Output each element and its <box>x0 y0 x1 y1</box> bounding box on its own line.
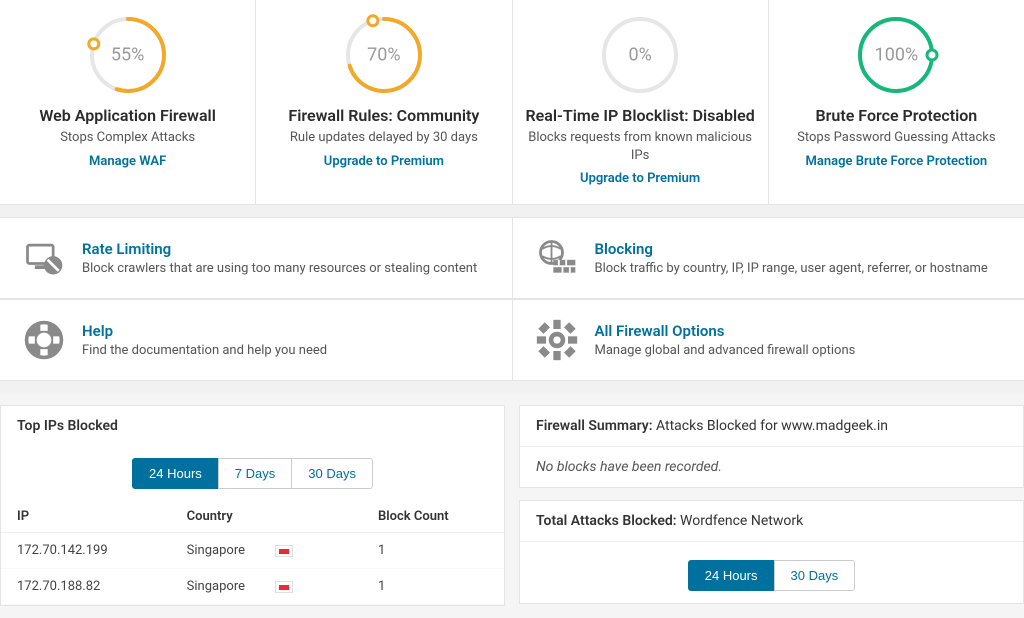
tab-7 days[interactable]: 7 Days <box>218 458 292 489</box>
stat-link[interactable]: Upgrade to Premium <box>324 154 444 169</box>
stat-card-1: 70% Firewall Rules: Community Rule updat… <box>256 0 512 204</box>
stat-percent: 0% <box>628 45 651 66</box>
stat-title: Real-Time IP Blocklist: Disabled <box>523 106 758 125</box>
stat-link[interactable]: Manage Brute Force Protection <box>806 154 988 169</box>
blocking-icon <box>535 236 579 280</box>
top-ips-title: Top IPs Blocked <box>1 406 504 448</box>
cell-country: Singapore <box>171 533 362 569</box>
stat-link[interactable]: Upgrade to Premium <box>580 171 700 186</box>
option-help[interactable]: Help Find the documentation and help you… <box>0 300 513 380</box>
firewall-summary-header: Firewall Summary: Attacks Blocked for ww… <box>520 406 1023 447</box>
option-title[interactable]: Blocking <box>595 240 988 258</box>
total-tab-30 days[interactable]: 30 Days <box>774 560 856 591</box>
stat-desc: Blocks requests from known malicious IPs <box>523 129 758 164</box>
stat-desc: Stops Complex Attacks <box>10 129 245 147</box>
option-title[interactable]: All Firewall Options <box>595 322 856 340</box>
stat-link[interactable]: Manage WAF <box>89 154 166 169</box>
stat-desc: Rule updates delayed by 30 days <box>266 129 501 147</box>
col-country: Country <box>171 501 362 533</box>
option-desc: Block crawlers that are using too many r… <box>82 261 477 276</box>
stat-card-0: 55% Web Application Firewall Stops Compl… <box>0 0 256 204</box>
progress-ring: 55% <box>83 10 173 100</box>
firewall-summary-empty: No blocks have been recorded. <box>520 447 1023 487</box>
option-desc: Block traffic by country, IP, IP range, … <box>595 261 988 276</box>
stat-percent: 55% <box>111 45 144 66</box>
ip-table: IP Country Block Count 172.70.142.199 Si… <box>1 501 504 605</box>
option-rate limiting[interactable]: Rate Limiting Block crawlers that are us… <box>0 218 513 298</box>
tab-30 days[interactable]: 30 Days <box>291 458 373 489</box>
option-desc: Find the documentation and help you need <box>82 343 327 358</box>
help-icon <box>22 318 66 362</box>
option-desc: Manage global and advanced firewall opti… <box>595 343 856 358</box>
total-attacks-header: Total Attacks Blocked: Wordfence Network <box>520 501 1023 542</box>
stat-title: Firewall Rules: Community <box>266 106 501 125</box>
tab-24 hours[interactable]: 24 Hours <box>132 458 219 489</box>
option-all firewall options[interactable]: All Firewall Options Manage global and a… <box>513 300 1024 380</box>
option-title[interactable]: Help <box>82 322 327 340</box>
flag-icon <box>275 581 293 593</box>
progress-ring: 0% <box>595 10 685 100</box>
stat-card-3: 100% Brute Force Protection Stops Passwo… <box>769 0 1024 204</box>
stat-card-2: 0% Real-Time IP Blocklist: Disabled Bloc… <box>513 0 769 204</box>
total-tab-24 hours[interactable]: 24 Hours <box>688 560 775 591</box>
cell-ip: 172.70.142.199 <box>1 533 171 569</box>
col-count: Block Count <box>362 501 504 533</box>
progress-ring: 100% <box>851 10 941 100</box>
progress-ring: 70% <box>339 10 429 100</box>
all firewall options-icon <box>535 318 579 362</box>
stat-percent: 100% <box>875 45 919 66</box>
flag-icon <box>275 545 293 557</box>
option-blocking[interactable]: Blocking Block traffic by country, IP, I… <box>513 218 1024 298</box>
cell-count: 1 <box>362 533 504 569</box>
col-ip: IP <box>1 501 171 533</box>
rate limiting-icon <box>22 236 66 280</box>
option-title[interactable]: Rate Limiting <box>82 240 477 258</box>
stat-title: Brute Force Protection <box>779 106 1014 125</box>
stat-desc: Stops Password Guessing Attacks <box>779 129 1014 147</box>
table-row: 172.70.142.199 Singapore 1 <box>1 533 504 569</box>
stat-title: Web Application Firewall <box>10 106 245 125</box>
stat-percent: 70% <box>367 45 400 66</box>
